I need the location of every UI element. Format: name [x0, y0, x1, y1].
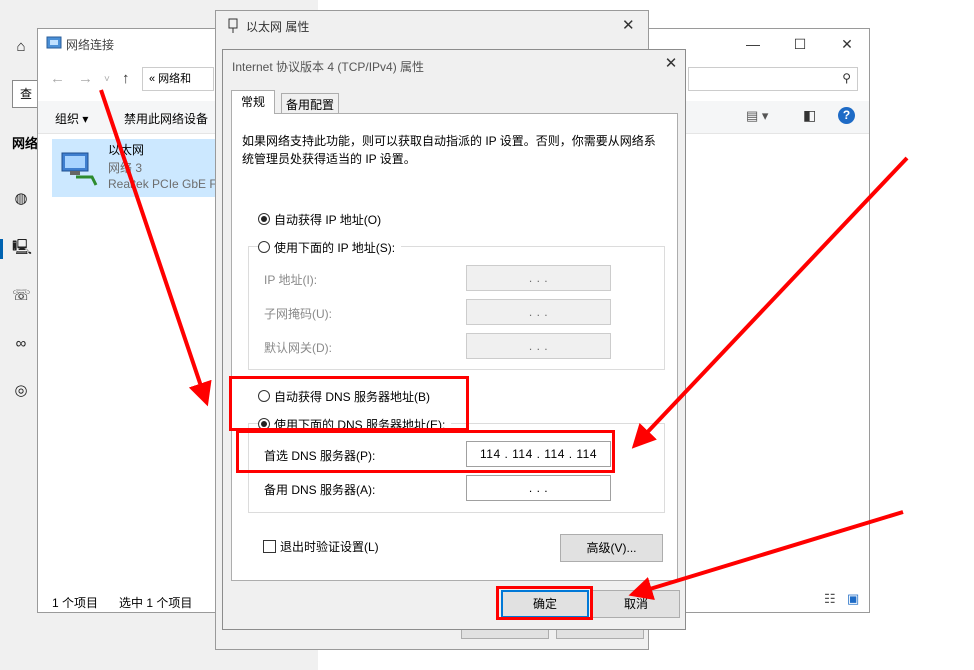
- network-folder-icon: [46, 36, 62, 49]
- details-view-icon[interactable]: ☷: [824, 591, 836, 607]
- maximize-icon[interactable]: ☐: [785, 33, 815, 55]
- close-icon[interactable]: ✕: [832, 33, 862, 55]
- ip-address-input[interactable]: . . .: [466, 265, 611, 291]
- ip-manual-radio[interactable]: 使用下面的 IP 地址(S):: [258, 239, 402, 256]
- item-count: 1 个项目: [52, 596, 99, 610]
- disable-device-button[interactable]: 禁用此网络设备: [124, 110, 208, 127]
- ipv4-properties-dialog: Internet 协议版本 4 (TCP/IPv4) 属性 ✕ 常规 备用配置 …: [222, 49, 686, 630]
- radio-checked-icon: [258, 418, 270, 430]
- globe-status-icon[interactable]: ◍: [12, 190, 30, 208]
- ip-manual-label: 使用下面的 IP 地址(S):: [274, 241, 396, 255]
- radio-unchecked-icon: [258, 241, 270, 253]
- dns-manual-label: 使用下面的 DNS 服务器地址(E):: [274, 418, 446, 432]
- list-item[interactable]: 以太网 网络 3 Realtek PCIe GbE F: [52, 139, 232, 197]
- description-text: 如果网络支持此功能，则可以获取自动指派的 IP 设置。否则，你需要从网络系统管理…: [242, 134, 656, 166]
- network-adapter-icon: [61, 152, 98, 186]
- settings-network-heading: 网络: [12, 136, 39, 151]
- cancel-button[interactable]: 取消: [592, 590, 680, 618]
- view-options-icon[interactable]: ▤ ▾: [746, 108, 768, 124]
- forward-arrow-icon[interactable]: →: [78, 70, 93, 87]
- ethernet-icon[interactable]: 🖳: [12, 239, 32, 257]
- dns-auto-label: 自动获得 DNS 服务器地址(B): [274, 390, 431, 404]
- dialup-icon[interactable]: ☏: [12, 287, 31, 305]
- address-bar[interactable]: « 网络和: [142, 67, 214, 91]
- search-input[interactable]: ⚲: [688, 67, 858, 91]
- dialog-title: Internet 协议版本 4 (TCP/IPv4) 属性: [232, 60, 425, 74]
- alternate-dns-input[interactable]: . . .: [466, 475, 611, 501]
- advanced-button[interactable]: 高级(V)...: [560, 534, 663, 562]
- tab-alternate-config[interactable]: 备用配置: [281, 93, 339, 115]
- validate-on-exit-checkbox[interactable]: 退出时验证设置(L): [263, 538, 379, 555]
- preview-pane-icon[interactable]: ◧: [803, 107, 816, 124]
- ip-auto-radio[interactable]: 自动获得 IP 地址(O): [258, 211, 381, 228]
- organize-menu[interactable]: 组织 ▾: [55, 110, 88, 127]
- settings-search-button[interactable]: 查: [12, 80, 40, 108]
- radio-checked-icon: [258, 213, 270, 225]
- history-dropdown-icon[interactable]: ˅: [104, 74, 110, 85]
- adapter-network: 网络 3: [108, 161, 143, 175]
- tiles-view-icon[interactable]: ▣: [847, 591, 859, 607]
- window-title: 网络连接: [66, 38, 115, 52]
- adapter-description: Realtek PCIe GbE F: [108, 177, 217, 191]
- default-gateway-input[interactable]: . . .: [466, 333, 611, 359]
- close-icon[interactable]: ✕: [622, 16, 635, 34]
- dns-auto-radio[interactable]: 自动获得 DNS 服务器地址(B): [258, 388, 430, 405]
- preferred-dns-label: 首选 DNS 服务器(P):: [264, 449, 376, 463]
- dialog-title: 以太网 属性: [246, 20, 310, 34]
- vpn-icon[interactable]: ∞: [12, 335, 30, 353]
- adapter-name: 以太网: [108, 143, 145, 157]
- subnet-mask-label: 子网掩码(U):: [264, 307, 332, 321]
- ip-auto-label: 自动获得 IP 地址(O): [274, 213, 382, 227]
- default-gateway-label: 默认网关(D):: [264, 341, 332, 355]
- tab-general[interactable]: 常规: [231, 90, 275, 114]
- active-nav-indicator: [0, 239, 3, 259]
- back-arrow-icon[interactable]: ←: [50, 70, 65, 87]
- selected-count: 选中 1 个项目: [119, 596, 193, 610]
- dns-manual-radio[interactable]: 使用下面的 DNS 服务器地址(E):: [258, 416, 452, 433]
- ethernet-plug-icon: [228, 18, 238, 33]
- help-icon[interactable]: ?: [838, 107, 855, 124]
- search-icon: ⚲: [842, 71, 851, 85]
- ok-button[interactable]: 确定: [501, 590, 589, 618]
- alternate-dns-label: 备用 DNS 服务器(A):: [264, 483, 376, 497]
- validate-label: 退出时验证设置(L): [280, 540, 379, 554]
- preferred-dns-input[interactable]: 114 . 114 . 114 . 114: [466, 441, 611, 467]
- radio-unchecked-icon: [258, 390, 270, 402]
- ip-address-label: IP 地址(I):: [264, 273, 318, 287]
- close-icon[interactable]: ✕: [661, 54, 681, 74]
- minimize-icon[interactable]: —: [738, 33, 768, 55]
- checkbox-icon: [263, 540, 276, 553]
- up-arrow-icon[interactable]: ↑: [122, 70, 130, 87]
- subnet-mask-input[interactable]: . . .: [466, 299, 611, 325]
- home-icon[interactable]: ⌂: [12, 38, 30, 56]
- general-tab-panel: 如果网络支持此功能，则可以获取自动指派的 IP 设置。否则，你需要从网络系统管理…: [231, 113, 678, 581]
- proxy-globe-icon[interactable]: ◎: [12, 382, 30, 400]
